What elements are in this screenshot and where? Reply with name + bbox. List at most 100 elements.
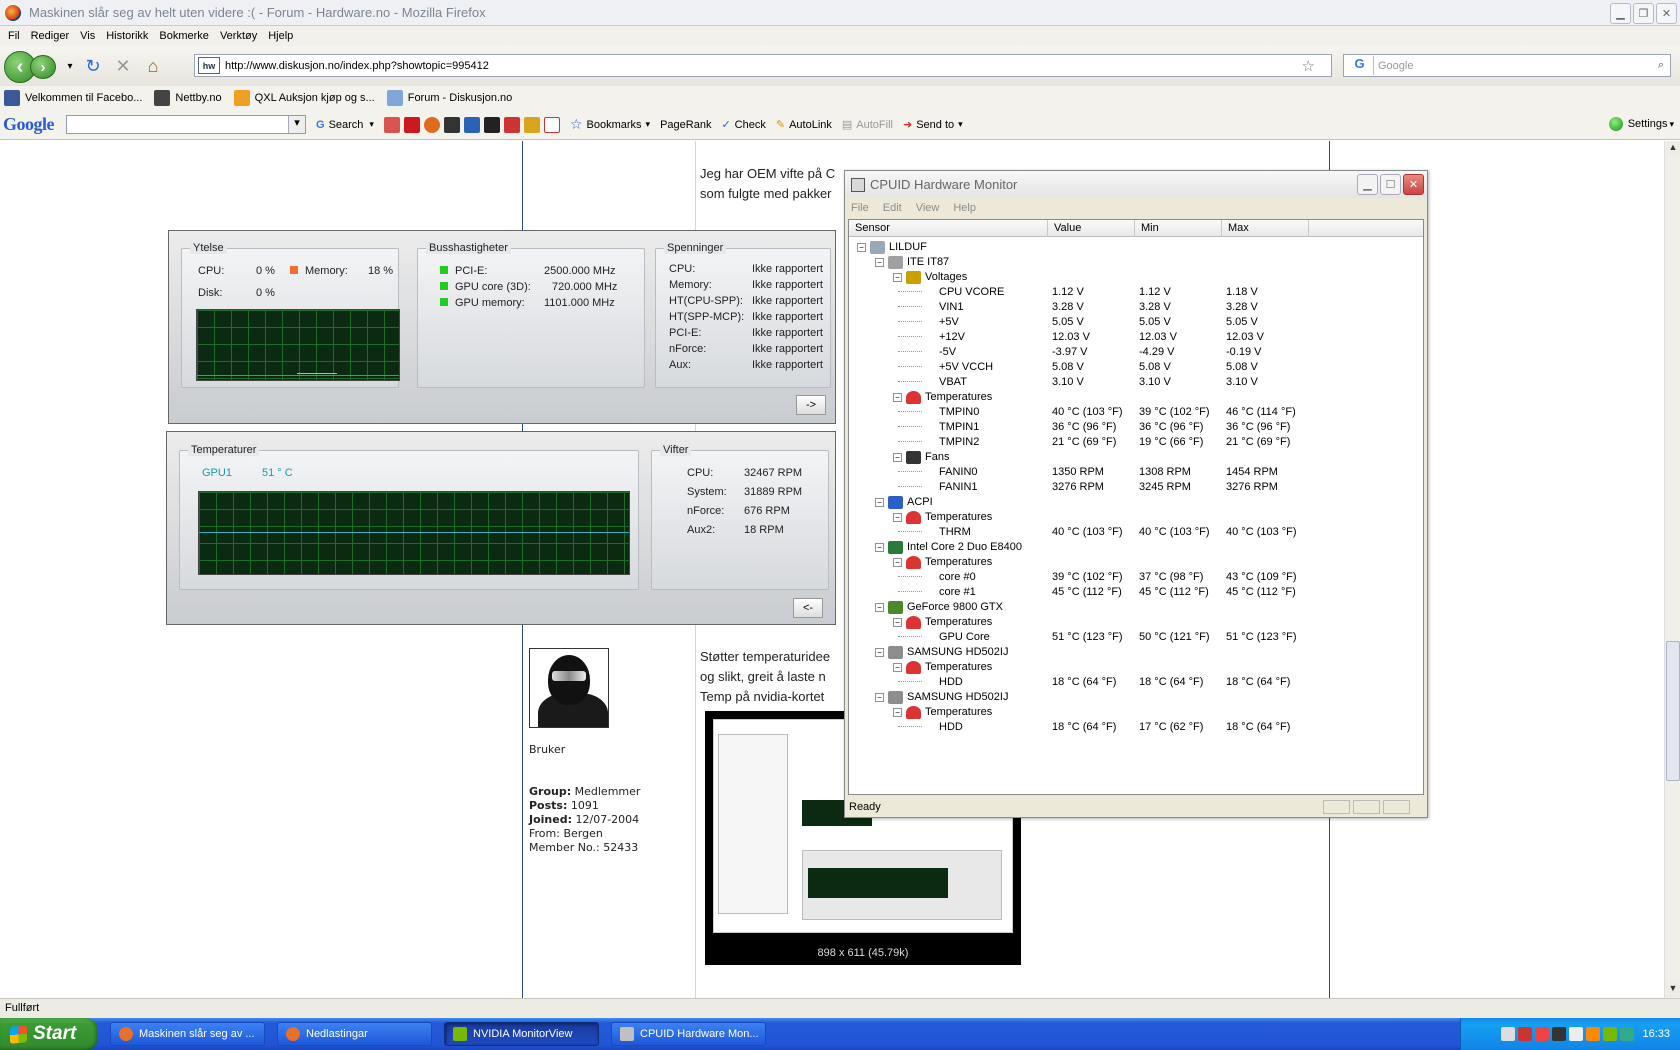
tree-collapse-icon[interactable]: − — [893, 662, 902, 672]
sensor-row[interactable]: +5V VCCH 5.08 V 5.08 V 5.08 V — [849, 359, 1423, 375]
tree-collapse-icon[interactable]: − — [875, 497, 884, 507]
sendto-button[interactable]: ➜ Send to ▾ — [903, 118, 963, 132]
search-engine-icon[interactable]: G — [1346, 56, 1374, 75]
cpuid-menu-help[interactable]: Help — [953, 202, 976, 214]
sensor-tree-view[interactable]: Sensor Value Min Max − LILDUF − ITE IT87− Vo… — [848, 219, 1424, 795]
sensor-row[interactable]: VBAT 3.10 V 3.10 V 3.10 V — [849, 374, 1423, 390]
bookmark-qxl[interactable]: QXL Auksjon kjøp og s... — [233, 90, 375, 106]
scroll-up-arrow-icon[interactable]: ▲ — [1666, 142, 1680, 156]
sensor-row[interactable]: − Temperatures — [849, 509, 1423, 525]
scroll-down-arrow-icon[interactable]: ▼ — [1666, 983, 1680, 997]
sensor-row[interactable]: − Fans — [849, 449, 1423, 465]
tree-collapse-icon[interactable]: − — [893, 392, 902, 402]
autolink-button[interactable]: ✎ AutoLink — [776, 118, 832, 132]
menu-view[interactable]: Vis — [78, 30, 104, 42]
start-button[interactable]: Start — [0, 1018, 98, 1050]
url-text[interactable]: http://www.diskusjon.no/index.php?showto… — [225, 60, 1302, 72]
search-box[interactable]: G Google ⌕ — [1343, 54, 1671, 77]
history-dropdown-icon[interactable]: ▾ — [62, 61, 78, 72]
taskbar-item-cpuid[interactable]: CPUID Hardware Mon... — [611, 1022, 766, 1046]
sensor-row[interactable]: +5V 5.05 V 5.05 V 5.05 V — [849, 314, 1423, 330]
cpuid-close-button[interactable]: ✕ — [1403, 174, 1424, 195]
gmail-icon[interactable] — [543, 116, 560, 133]
tree-collapse-icon[interactable]: − — [875, 647, 884, 657]
tree-collapse-icon[interactable]: − — [875, 257, 884, 267]
google-search-button[interactable]: G Search ▾ — [316, 119, 374, 131]
sensor-row[interactable]: − Intel Core 2 Duo E8400 — [849, 539, 1423, 555]
tree-collapse-icon[interactable]: − — [875, 692, 884, 702]
volume-icon[interactable] — [1569, 1027, 1584, 1041]
stop-icon[interactable]: ✕ — [108, 56, 138, 77]
sensor-row[interactable]: FANIN1 3276 RPM 3245 RPM 3276 RPM — [849, 479, 1423, 495]
menu-bookmarks[interactable]: Bokmerke — [157, 30, 218, 42]
avatar[interactable] — [529, 648, 609, 728]
web-icon[interactable] — [503, 116, 520, 133]
antivirus-icon[interactable] — [1535, 1027, 1550, 1041]
tree-collapse-icon[interactable]: − — [893, 557, 902, 567]
tree-collapse-icon[interactable]: − — [893, 707, 902, 717]
puzzle-icon[interactable] — [523, 116, 540, 133]
menu-history[interactable]: Historikk — [104, 30, 157, 42]
sensor-row[interactable]: − Temperatures — [849, 614, 1423, 630]
sensor-row[interactable]: TMPIN1 36 °C (96 °F) 36 °C (96 °F) 36 °C (9… — [849, 419, 1423, 435]
m-icon[interactable] — [463, 116, 480, 133]
address-bar[interactable]: hw http://www.diskusjon.no/index.php?sho… — [194, 54, 1332, 77]
tree-collapse-icon[interactable]: − — [893, 452, 902, 462]
autofill-button[interactable]: ▤ AutoFill — [842, 118, 893, 132]
youtube-icon[interactable] — [403, 116, 420, 133]
sensor-row[interactable]: VIN1 3.28 V 3.28 V 3.28 V — [849, 299, 1423, 315]
sensor-row[interactable]: THRM 40 °C (103 °F) 40 °C (103 °F) 40 °C (1… — [849, 524, 1423, 540]
menu-file[interactable]: Fil — [6, 30, 29, 42]
column-value[interactable]: Value — [1048, 220, 1135, 237]
column-min[interactable]: Min — [1135, 220, 1222, 237]
close-button[interactable]: ✕ — [1656, 3, 1677, 24]
sensor-row[interactable]: HDD 18 °C (64 °F) 18 °C (64 °F) 18 °C (64 °… — [849, 674, 1423, 690]
sensor-row[interactable]: +12V 12.03 V 12.03 V 12.03 V — [849, 329, 1423, 345]
taskbar-item-nvidia-monitorview[interactable]: NVIDIA MonitorView — [444, 1022, 599, 1046]
sensor-row[interactable]: − GeForce 9800 GTX — [849, 599, 1423, 615]
tree-collapse-icon[interactable]: − — [875, 602, 884, 612]
collapse-arrow-button[interactable]: <- — [793, 598, 823, 618]
tree-collapse-icon[interactable]: − — [875, 542, 884, 552]
sensor-row[interactable]: HDD 18 °C (64 °F) 17 °C (62 °F) 18 °C (64 °… — [849, 719, 1423, 735]
film-icon[interactable] — [483, 116, 500, 133]
cpuid-minimize-button[interactable]: ▁ — [1357, 174, 1378, 195]
search-input[interactable]: Google — [1378, 60, 1658, 72]
reload-icon[interactable]: ↻ — [78, 56, 108, 77]
bookmark-facebook[interactable]: Velkommen til Facebo... — [4, 90, 142, 106]
sensor-row[interactable]: − ITE IT87 — [849, 254, 1423, 270]
menu-help[interactable]: Hjelp — [266, 30, 302, 42]
sensor-row[interactable]: CPU VCORE 1.12 V 1.12 V 1.18 V — [849, 284, 1423, 300]
bookmark-star-icon[interactable]: ☆ — [1302, 57, 1315, 75]
taskbar-item-downloads[interactable]: Nedlastingar — [277, 1022, 432, 1046]
menu-edit[interactable]: Rediger — [29, 30, 79, 42]
network-icon[interactable] — [1501, 1027, 1516, 1041]
taskbar-item-firefox[interactable]: Maskinen slår seg av ... — [110, 1022, 265, 1046]
firefox-mini-icon[interactable] — [423, 116, 440, 133]
cpuid-menu-file[interactable]: File — [851, 202, 869, 214]
cpuid-menu-view[interactable]: View — [916, 202, 940, 214]
cpuid-menu-edit[interactable]: Edit — [883, 202, 902, 214]
sensor-row[interactable]: TMPIN2 21 °C (69 °F) 19 °C (66 °F) 21 °C (6… — [849, 434, 1423, 450]
bookmark-nettby[interactable]: Nettby.no — [154, 90, 222, 106]
sensor-row[interactable]: − Temperatures — [849, 704, 1423, 720]
page-scrollbar[interactable]: ▲ ▼ — [1664, 141, 1680, 998]
sensor-row[interactable]: − ACPI — [849, 494, 1423, 510]
messenger-icon[interactable] — [1620, 1027, 1635, 1041]
home-icon[interactable]: ⌂ — [138, 56, 168, 77]
column-sensor[interactable]: Sensor — [849, 220, 1048, 237]
sensor-row[interactable]: − Temperatures — [849, 389, 1423, 405]
nvidia-tray-icon[interactable] — [1603, 1027, 1618, 1041]
maximize-button[interactable]: ❐ — [1633, 3, 1654, 24]
sensor-row[interactable]: − Voltages — [849, 269, 1423, 285]
cpuid-maximize-button[interactable]: ☐ — [1380, 174, 1401, 195]
display-icon[interactable] — [1552, 1027, 1567, 1041]
settings-button[interactable]: Settings ▾ — [1608, 117, 1674, 131]
sensor-row[interactable]: − Temperatures — [849, 554, 1423, 570]
tree-collapse-icon[interactable]: − — [893, 512, 902, 522]
menu-tools[interactable]: Verktøy — [218, 30, 266, 42]
sensor-row[interactable]: TMPIN0 40 °C (103 °F) 39 °C (102 °F) 46 °C … — [849, 404, 1423, 420]
sensor-row[interactable]: − Temperatures — [849, 659, 1423, 675]
bookmarks-button[interactable]: ☆ Bookmarks ▾ — [570, 116, 650, 133]
printer-icon[interactable] — [443, 116, 460, 133]
